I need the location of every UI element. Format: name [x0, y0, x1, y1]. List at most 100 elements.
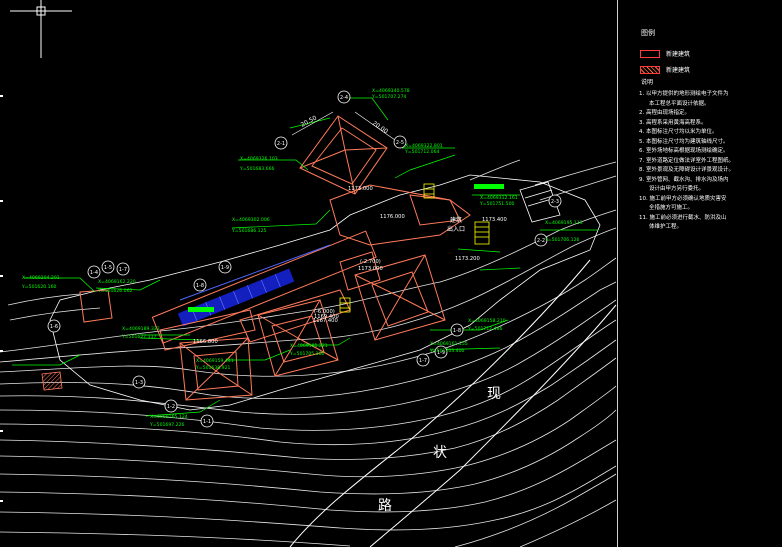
grid-marker: 2-1: [274, 136, 288, 150]
svg-text:1176.000: 1176.000: [380, 214, 405, 220]
svg-text:X=4069159.441: X=4069159.441: [196, 358, 234, 364]
svg-text:X=4069302.006: X=4069302.006: [232, 217, 270, 223]
note-line: 体维护工程。: [649, 224, 683, 230]
note-line: 3. 高程系采用黄海高程系。: [639, 119, 707, 126]
svg-text:(-2.700): (-2.700): [360, 259, 381, 265]
stairs: [339, 183, 490, 313]
crosshair-cursor-icon: [10, 0, 72, 58]
svg-text:Y=501686.125: Y=501686.125: [231, 228, 266, 234]
legend-panel: 图例 新建建筑 新建建筑 说明 1. 以甲方提供的地形测绘电子文件为本工程总平面…: [617, 0, 782, 547]
svg-text:2-5: 2-5: [396, 140, 404, 146]
notes-list: 1. 以甲方提供的地形测绘电子文件为本工程总平面设计依据。 2. 高程由现场指定。…: [639, 90, 779, 233]
svg-text:Y=501705.160: Y=501705.160: [289, 351, 324, 357]
note-line: 7. 室外道路定位做法详室外工程图纸。: [639, 157, 734, 164]
existing-road: [289, 259, 617, 547]
grid-marker: 1-5: [101, 260, 115, 274]
svg-text:1173.000: 1173.000: [358, 266, 383, 272]
note-line: 4. 本图标注尺寸均以米为单位。: [639, 129, 718, 135]
svg-text:1-7: 1-7: [119, 267, 127, 273]
svg-text:1-8: 1-8: [196, 283, 204, 289]
note-line: 1. 以甲方提供的地形测绘电子文件为: [639, 91, 729, 97]
svg-text:Y=501638.921: Y=501638.921: [195, 365, 230, 371]
note-line: 本工程总平面设计依据。: [649, 100, 710, 107]
grid-marker: 1-1: [200, 414, 214, 428]
legend-item-outline: 新建建筑: [640, 49, 690, 58]
svg-text:(-6.000): (-6.000): [314, 309, 335, 315]
grid-marker: 2-3: [548, 194, 562, 208]
svg-text:X=4069312.161: X=4069312.161: [480, 195, 518, 201]
grid-marker: 1-4: [87, 265, 101, 279]
note-line: 11. 施工前必须进行截水、防洪及山: [639, 214, 727, 221]
svg-text:X=4069181.221: X=4069181.221: [290, 343, 328, 349]
hatched-building: [41, 371, 63, 391]
svg-text:2-1: 2-1: [277, 141, 285, 147]
legend-item-label: 新建建筑: [666, 67, 691, 74]
svg-text:路: 路: [378, 498, 392, 514]
svg-text:1173.000: 1173.000: [348, 186, 373, 192]
svg-text:Y=501626.062: Y=501626.062: [97, 288, 132, 294]
grid-markers: 2-4 2-5 2-1 1-9 1-8 1-7 1-4 1-5 1-6 1-3 …: [47, 90, 562, 428]
svg-text:X=4069195.113: X=4069195.113: [545, 220, 583, 226]
svg-text:Y=501712.486: Y=501712.486: [467, 326, 502, 332]
site-boundary: [49, 174, 601, 411]
note-line: 10. 施工前甲方必须确认地质灾害安: [639, 195, 727, 202]
grid-marker: 1-8: [450, 323, 464, 337]
coordinate-labels: X=4069340.578Y=501707.274 X=4069326.103 Y…: [21, 88, 583, 428]
svg-text:1-7: 1-7: [419, 358, 427, 364]
note-line: 6. 室外场地标高根据现场测绘确定。: [639, 148, 729, 154]
svg-text:1-3: 1-3: [135, 380, 143, 386]
svg-text:建筑: 建筑: [450, 216, 462, 224]
legend-item-hatch: 新建建筑: [640, 65, 690, 74]
svg-text:1-1: 1-1: [203, 419, 211, 425]
svg-text:Y=501683.666: Y=501683.666: [239, 166, 274, 172]
notes-title: 说明: [641, 79, 654, 86]
svg-text:2-4: 2-4: [340, 95, 348, 101]
svg-text:1173.200: 1173.200: [455, 256, 480, 262]
svg-text:X=4069162.220: X=4069162.220: [98, 279, 136, 285]
svg-text:Y=501712.064: Y=501712.064: [404, 149, 439, 155]
note-line: 全措施方可施工。: [649, 205, 694, 211]
svg-text:X=4069204.201: X=4069204.201: [22, 275, 60, 281]
left-edge-markers: [0, 95, 3, 502]
grid-marker: 1-6: [47, 319, 61, 333]
main-building-spine: [151, 230, 377, 344]
svg-text:X=4069158.210: X=4069158.210: [468, 318, 506, 324]
svg-text:1173.400: 1173.400: [482, 217, 507, 223]
grid-marker: 1-2: [164, 399, 178, 413]
svg-text:1-8: 1-8: [453, 328, 461, 334]
grid-marker: 1-9: [218, 260, 232, 274]
note-line: 2. 高程由现场指定。: [639, 110, 690, 116]
legend-title: 图例: [641, 29, 655, 37]
svg-text:1-9: 1-9: [221, 265, 229, 271]
dimension-label-1: 20.50: [300, 114, 319, 128]
grid-marker: 1-3: [132, 375, 146, 389]
svg-text:现: 现: [487, 386, 501, 402]
svg-text:Y=501697.226: Y=501697.226: [149, 422, 184, 428]
svg-text:出入口: 出入口: [447, 225, 465, 233]
svg-text:Y=501707.274: Y=501707.274: [371, 94, 406, 100]
svg-text:X=4069326.103: X=4069326.103: [240, 156, 278, 162]
svg-text:状: 状: [433, 445, 447, 461]
legend-item-label: 新建建筑: [666, 51, 691, 58]
svg-text:X=4069322.801: X=4069322.801: [405, 143, 443, 149]
grid-marker: 1-7: [116, 262, 130, 276]
note-line: 8. 室外景观及无障碍设计详景观设计。: [639, 167, 734, 173]
dimension-label-2: 20.00: [371, 120, 389, 136]
svg-text:1-6: 1-6: [50, 324, 58, 330]
svg-text:Y=501703.400: Y=501703.400: [429, 348, 464, 354]
svg-text:2-3: 2-3: [551, 199, 559, 205]
svg-text:1-2: 1-2: [167, 404, 175, 410]
note-line: 设计由甲方另行委托。: [649, 186, 705, 192]
grid-marker: 1-7: [416, 353, 430, 367]
grid-marker: 1-8: [193, 278, 207, 292]
svg-text:Y=501751.500: Y=501751.500: [479, 201, 514, 207]
note-line: 5. 本图标注尺寸均为建筑轴线尺寸。: [639, 138, 729, 145]
svg-text:1-4: 1-4: [90, 270, 98, 276]
svg-text:Y=501620.160: Y=501620.160: [21, 284, 56, 290]
svg-text:Y=501627.117: Y=501627.117: [121, 334, 156, 340]
note-line: 9. 室外管网、截水沟、排水沟及场内: [639, 176, 729, 183]
grid-marker: 2-4: [337, 90, 351, 104]
svg-text:Y=501706.126: Y=501706.126: [544, 237, 579, 243]
svg-text:X=4069161.155: X=4069161.155: [430, 341, 468, 347]
svg-text:1166.800: 1166.800: [193, 339, 218, 345]
